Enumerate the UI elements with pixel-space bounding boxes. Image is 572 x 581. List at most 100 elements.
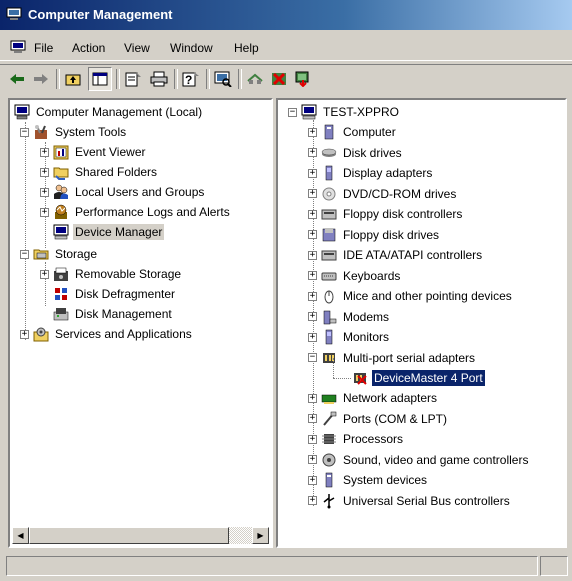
expand-toggle[interactable]: +: [308, 332, 317, 342]
menu-file[interactable]: File: [34, 41, 53, 55]
expand-toggle[interactable]: +: [20, 329, 29, 339]
scrollbar-thumb[interactable]: [29, 527, 229, 544]
expand-toggle[interactable]: +: [40, 187, 49, 197]
tree-node-sound-video-and-game-controllers[interactable]: + Sound, video and game controllers: [308, 450, 530, 470]
show-hide-console-tree-icon[interactable]: [88, 67, 112, 91]
scroll-right-button[interactable]: ▶: [252, 527, 269, 544]
help-icon[interactable]: ?: [180, 68, 202, 90]
expand-toggle[interactable]: +: [308, 414, 317, 423]
tree-node-ide-ata-atapi-controllers[interactable]: + IDE ATA/ATAPI controllers: [308, 245, 484, 265]
expand-toggle[interactable]: +: [308, 434, 317, 444]
expand-toggle[interactable]: +: [308, 455, 317, 464]
expand-toggle[interactable]: +: [308, 496, 317, 505]
horizontal-scrollbar[interactable]: ◀ ▶: [12, 527, 269, 544]
disable-device-icon[interactable]: [244, 68, 266, 90]
tree-node-performance-logs[interactable]: + Performance Logs and Alerts: [40, 202, 232, 222]
collapse-toggle[interactable]: −: [20, 127, 29, 137]
floppy-disk-controllers-icon: [321, 206, 337, 222]
toolbar-separator: [174, 69, 178, 89]
uninstall-device-icon[interactable]: [268, 68, 290, 90]
tree-node-floppy-disk-controllers[interactable]: + Floppy disk controllers: [308, 204, 464, 224]
expand-toggle[interactable]: +: [308, 209, 317, 219]
tree-node-processors[interactable]: + Processors: [308, 429, 405, 449]
expand-toggle[interactable]: +: [308, 271, 317, 280]
collapse-toggle[interactable]: −: [288, 107, 297, 117]
expand-toggle[interactable]: +: [308, 148, 317, 157]
tree-node-computer-management[interactable]: Computer Management (Local): [14, 102, 204, 122]
expand-toggle[interactable]: +: [308, 230, 317, 239]
removable-storage-icon: [53, 266, 69, 282]
expand-toggle[interactable]: +: [308, 291, 317, 301]
tree-node-network-adapters[interactable]: + Network adapters: [308, 388, 439, 408]
tree-node-storage[interactable]: − Storage: [20, 244, 99, 264]
processors-icon: [321, 431, 337, 447]
collapse-toggle[interactable]: −: [20, 249, 29, 259]
expand-toggle[interactable]: +: [308, 250, 317, 260]
console-tree-pane[interactable]: Computer Management (Local) − System Too…: [8, 98, 273, 548]
system-menu-icon[interactable]: [10, 40, 26, 54]
expand-toggle[interactable]: +: [308, 475, 317, 485]
expand-toggle[interactable]: +: [40, 207, 49, 217]
title-bar[interactable]: Computer Management: [0, 0, 572, 30]
tree-node-event-viewer[interactable]: + Event Viewer: [40, 142, 147, 162]
status-bar: [0, 552, 572, 581]
toolbar-separator: [56, 69, 60, 89]
print-icon[interactable]: [148, 68, 170, 90]
tree-label: Network adapters: [343, 391, 438, 405]
tree-label: DVD/CD-ROM drives: [343, 186, 457, 201]
forward-icon[interactable]: [30, 68, 52, 90]
expand-toggle[interactable]: +: [308, 127, 317, 137]
collapse-toggle[interactable]: −: [308, 353, 317, 362]
menu-help[interactable]: Help: [234, 41, 259, 55]
tree-node-floppy-disk-drives[interactable]: + Floppy disk drives: [308, 225, 441, 245]
expand-toggle[interactable]: +: [308, 312, 317, 321]
tree-node-devicemaster[interactable]: DeviceMaster 4 Port: [352, 368, 485, 388]
tree-node-ports-com-lpt[interactable]: + Ports (COM & LPT): [308, 409, 449, 429]
device-manager-icon: [53, 224, 69, 240]
tree-node-system-devices[interactable]: + System devices: [308, 470, 429, 490]
tree-node-monitors[interactable]: + Monitors: [308, 327, 391, 347]
menu-window[interactable]: Window: [170, 41, 213, 55]
tree-line: [333, 358, 334, 378]
tree-node-dvd-cd-rom-drives[interactable]: + DVD/CD-ROM drives: [308, 184, 458, 204]
tree-node-computer[interactable]: + Computer: [308, 122, 398, 142]
tree-node-shared-folders[interactable]: + Shared Folders: [40, 162, 159, 182]
tree-node-removable-storage[interactable]: + Removable Storage: [40, 264, 183, 284]
tree-node-modems[interactable]: + Modems: [308, 307, 391, 327]
expand-toggle[interactable]: +: [308, 189, 317, 198]
tree-node-display-adapters[interactable]: + Display adapters: [308, 163, 434, 183]
menu-view[interactable]: View: [124, 41, 150, 55]
scan-hardware-icon[interactable]: [212, 68, 234, 90]
device-tree-pane[interactable]: − TEST-XPPRO + Computer + Disk drives + Displ…: [276, 98, 567, 548]
tree-node-computer-root[interactable]: − TEST-XPPRO: [288, 102, 401, 122]
update-driver-icon[interactable]: [292, 68, 314, 90]
toolbar-separator: [116, 69, 120, 89]
tree-node-services-applications[interactable]: + Services and Applications: [20, 324, 194, 344]
tree-node-keyboards[interactable]: + Keyboards: [308, 266, 402, 286]
tree-node-disk-drives[interactable]: + Disk drives: [308, 143, 404, 163]
menu-action[interactable]: Action: [72, 41, 105, 55]
tree-label: Device Manager: [73, 224, 165, 240]
scroll-left-button[interactable]: ◀: [12, 527, 29, 544]
tree-label: Storage: [55, 247, 98, 261]
status-panel-main: [6, 556, 538, 576]
expand-toggle[interactable]: +: [40, 147, 49, 157]
expand-toggle[interactable]: +: [308, 393, 317, 403]
expand-toggle[interactable]: +: [40, 167, 49, 177]
tree-node-disk-defragmenter[interactable]: Disk Defragmenter: [53, 284, 177, 304]
tree-node-mice-and-other-pointing-devices[interactable]: + Mice and other pointing devices: [308, 286, 514, 306]
performance-logs-icon: [53, 204, 69, 220]
computer-management-icon: [6, 7, 22, 21]
tree-node-local-users[interactable]: + Local Users and Groups: [40, 182, 206, 202]
back-icon[interactable]: [6, 68, 28, 90]
expand-toggle[interactable]: +: [308, 168, 317, 178]
tree-node-device-manager[interactable]: Device Manager: [53, 222, 165, 242]
status-panel-secondary: [540, 556, 568, 576]
properties-icon[interactable]: [122, 68, 144, 90]
expand-toggle[interactable]: +: [40, 269, 49, 279]
up-folder-icon[interactable]: [62, 68, 84, 90]
storage-icon: [33, 246, 49, 262]
tree-node-system-tools[interactable]: − System Tools: [20, 122, 128, 142]
tree-node-disk-management[interactable]: Disk Management: [53, 304, 174, 324]
tree-node-universal-serial-bus-controllers[interactable]: + Universal Serial Bus controllers: [308, 491, 512, 511]
